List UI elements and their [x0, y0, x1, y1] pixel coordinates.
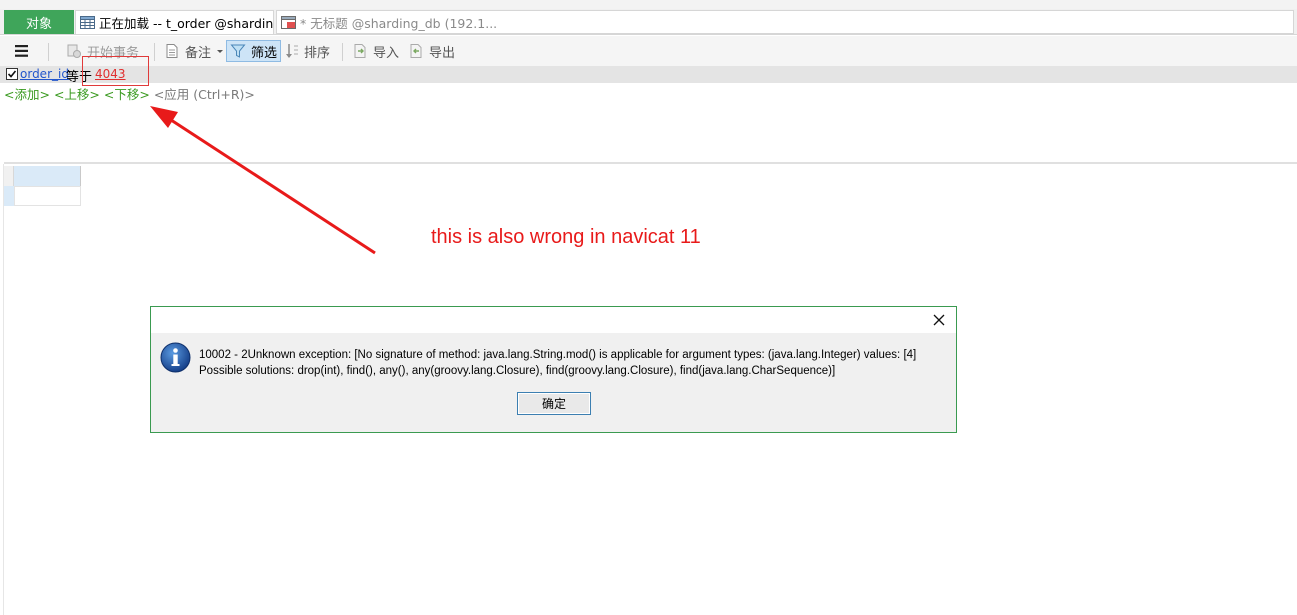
menu-item[interactable] [298, 0, 320, 5]
grid-cell[interactable] [14, 186, 81, 206]
dialog-close-button[interactable] [930, 311, 948, 329]
hamburger-icon [15, 45, 28, 57]
menu-item[interactable] [190, 0, 212, 5]
info-icon [160, 342, 191, 373]
filter-move-down-link[interactable]: <下移> [104, 87, 150, 102]
menu-item[interactable] [130, 0, 152, 5]
menu-item[interactable] [418, 0, 440, 5]
grid-left-edge [3, 164, 4, 615]
menu-button[interactable] [14, 40, 35, 62]
menu-item[interactable] [470, 0, 492, 5]
tab-bar: 对象 正在加载 -- t_order @shardin... * 无标题 @sh… [0, 9, 1297, 35]
sort-icon [286, 44, 298, 58]
filter-row: order_id 等于 4043 [0, 66, 1297, 85]
filter-commands: <添加> <上移> <下移> <应用 (Ctrl+R)> [4, 84, 255, 103]
note-icon [166, 44, 178, 58]
tab-table-t-order[interactable]: 正在加载 -- t_order @shardin... [75, 10, 274, 34]
dialog-message-line1: 10002 - 2Unknown exception: [No signatur… [199, 349, 917, 361]
table-icon [80, 16, 95, 29]
annotation-text: this is also wrong in navicat 11 [431, 226, 701, 248]
query-icon [281, 15, 296, 29]
filter-field-link[interactable]: order_id [20, 67, 69, 81]
annotation-highlight-box [82, 56, 149, 86]
filter-move-up-link[interactable]: <上移> [54, 87, 100, 102]
tab-label: * 无标题 @sharding_db (192.1... [300, 15, 498, 31]
grid-row-selector[interactable] [4, 186, 14, 206]
export-label: 导出 [429, 45, 456, 61]
transaction-icon [67, 44, 81, 58]
toolbar-separator [154, 43, 155, 61]
tab-untitled-query[interactable]: * 无标题 @sharding_db (192.1... [276, 10, 1294, 34]
filter-enable-checkbox[interactable] [6, 68, 18, 80]
toolbar: 开始事务 备注 筛选 排序 导入 导出 [0, 36, 1297, 66]
menu-item[interactable] [14, 0, 36, 5]
toolbar-separator [342, 43, 343, 61]
filter-add-link[interactable]: <添加> [4, 87, 50, 102]
menu-item[interactable] [360, 0, 382, 5]
export-icon [410, 44, 422, 58]
filter-apply-link[interactable]: <应用 (Ctrl+R)> [154, 87, 255, 102]
note-button[interactable]: 备注 [164, 40, 225, 62]
menu-item[interactable] [246, 0, 268, 5]
note-label: 备注 [185, 45, 212, 61]
dialog-message-line2: Possible solutions: drop(int), find(), a… [199, 365, 836, 377]
toolbar-separator [48, 43, 49, 61]
dialog-ok-button[interactable]: 确定 [517, 392, 591, 415]
tab-label: 正在加载 -- t_order @shardin... [99, 16, 274, 31]
checkmark-icon [7, 70, 17, 78]
export-button[interactable]: 导出 [408, 40, 455, 62]
import-icon [354, 44, 366, 58]
sort-label: 排序 [304, 45, 331, 61]
chevron-down-icon [217, 50, 224, 53]
grid-column-header[interactable] [14, 166, 81, 186]
import-label: 导入 [373, 45, 400, 61]
panel-splitter[interactable] [4, 162, 1297, 164]
import-button[interactable]: 导入 [352, 40, 399, 62]
sort-button[interactable]: 排序 [285, 40, 330, 62]
close-icon [933, 314, 945, 326]
grid-row-header [4, 166, 14, 186]
menu-item[interactable] [72, 0, 94, 5]
dialog-title-bar [151, 307, 956, 333]
tab-objects[interactable]: 对象 [4, 10, 74, 34]
menu-bar [0, 0, 1297, 9]
filter-label: 筛选 [251, 45, 278, 61]
filter-button[interactable]: 筛选 [226, 40, 282, 62]
filter-funnel-icon [230, 44, 246, 58]
error-dialog: 10002 - 2Unknown exception: [No signatur… [150, 306, 957, 433]
